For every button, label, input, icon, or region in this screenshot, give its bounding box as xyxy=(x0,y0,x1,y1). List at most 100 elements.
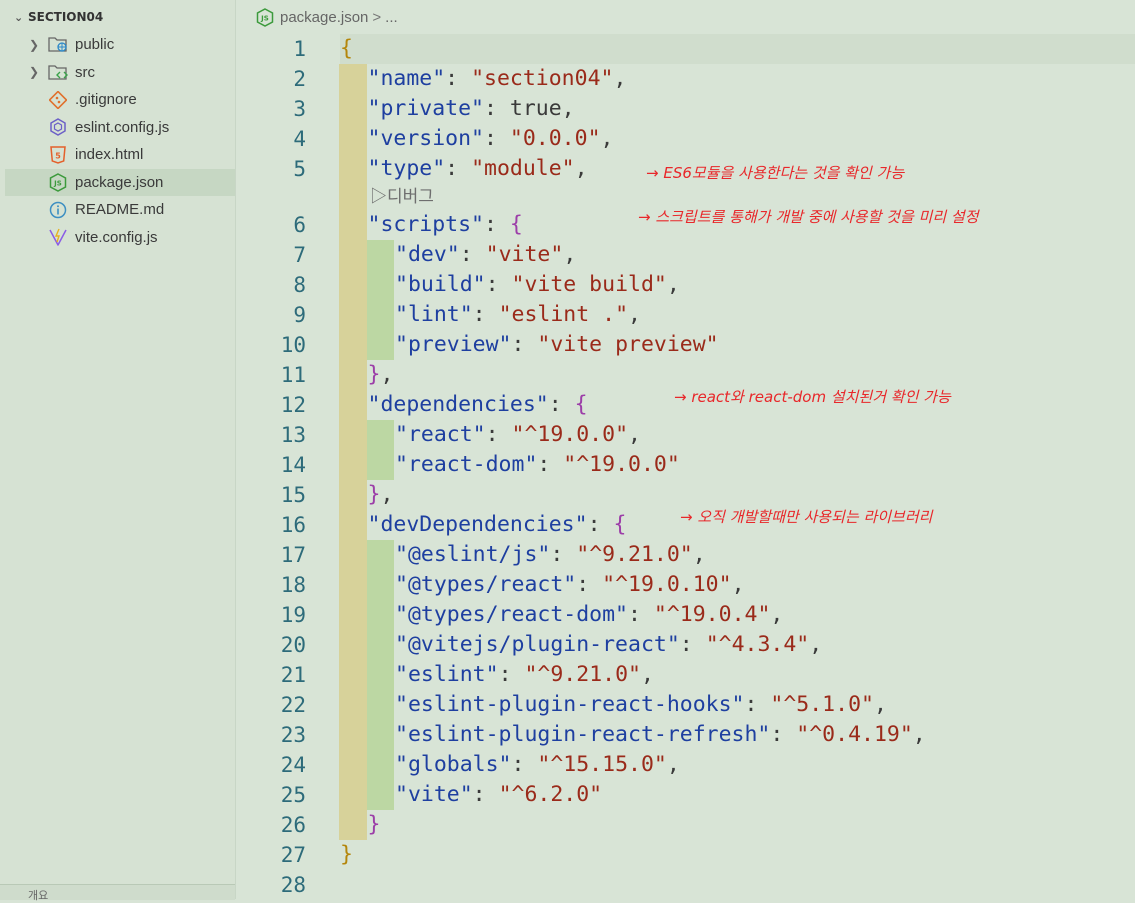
git-icon xyxy=(47,90,69,110)
code-text: "eslint": "^9.21.0", xyxy=(395,662,654,687)
code-line[interactable]: 3 "private": true, xyxy=(236,94,1135,124)
line-number: 18 xyxy=(280,573,306,597)
handwritten-annotation: → react와 react-dom 설치된거 확인 가능 xyxy=(674,388,951,406)
tree-item-label: index.html xyxy=(75,146,144,164)
code-text: "react": "^19.0.0", xyxy=(395,422,641,447)
breadcrumb-file[interactable]: package.json xyxy=(280,9,368,26)
tree-item-eslint-config[interactable]: eslint.config.js xyxy=(5,114,235,142)
code-text: "eslint-plugin-react-refresh": "^0.4.19"… xyxy=(395,722,926,747)
explorer-section-header[interactable]: ⌄ SECTION04 xyxy=(14,8,103,26)
line-number: 11 xyxy=(280,363,306,387)
code-line[interactable]: 22 "eslint-plugin-react-hooks": "^5.1.0", xyxy=(236,690,1135,720)
code-line[interactable]: 9 "lint": "eslint .", xyxy=(236,300,1135,330)
svg-text:5: 5 xyxy=(55,151,61,160)
code-line[interactable]: 27} xyxy=(236,840,1135,870)
code-editor[interactable]: ▷디버그 1{2 "name": "section04", 3 "private": t… xyxy=(236,34,1135,899)
code-text: "version": "0.0.0", xyxy=(367,126,614,151)
tree-item-index-html[interactable]: 5 index.html xyxy=(5,141,235,169)
chevron-down-icon: ⌄ xyxy=(14,10,24,24)
line-number: 8 xyxy=(293,273,306,297)
info-icon xyxy=(47,200,69,220)
code-text: "dev": "vite", xyxy=(395,242,577,267)
tree-item-label: src xyxy=(75,63,95,81)
line-number: 24 xyxy=(280,753,306,777)
code-line[interactable]: 14 "react-dom": "^19.0.0" xyxy=(236,450,1135,480)
code-line[interactable]: 24 "globals": "^15.15.0", xyxy=(236,750,1135,780)
breadcrumb: JS package.json > ... xyxy=(236,0,1135,34)
tree-item-src[interactable]: ❯ src xyxy=(5,59,235,87)
line-number: 2 xyxy=(293,67,306,91)
breadcrumb-more[interactable]: ... xyxy=(385,9,398,26)
line-number: 16 xyxy=(280,513,306,537)
code-text: "dependencies": { xyxy=(367,392,588,417)
code-text: } xyxy=(367,812,381,837)
line-number: 6 xyxy=(293,213,306,237)
code-text: "private": true, xyxy=(367,96,575,121)
code-text: "name": "section04", xyxy=(367,66,627,91)
tree-item-package-json[interactable]: JS package.json xyxy=(5,168,235,196)
code-line[interactable]: 10 "preview": "vite preview" xyxy=(236,330,1135,360)
code-line[interactable]: 23 "eslint-plugin-react-refresh": "^0.4.1… xyxy=(236,720,1135,750)
code-text: "@eslint/js": "^9.21.0", xyxy=(395,542,706,567)
code-line[interactable]: 18 "@types/react": "^19.0.10", xyxy=(236,570,1135,600)
code-line[interactable]: 8 "build": "vite build", xyxy=(236,270,1135,300)
html5-icon: 5 xyxy=(47,145,69,165)
outline-section-header[interactable]: 개요 xyxy=(0,884,235,902)
nodejs-icon: JS xyxy=(47,172,69,192)
code-line[interactable]: 19 "@types/react-dom": "^19.0.4", xyxy=(236,600,1135,630)
line-number: 3 xyxy=(293,97,306,121)
folder-src-icon xyxy=(47,62,69,82)
codelens-label: 디버그 xyxy=(387,187,434,206)
line-number: 14 xyxy=(280,453,306,477)
debug-codelens[interactable]: ▷디버그 xyxy=(370,185,434,209)
tree-item-label: README.md xyxy=(75,201,165,219)
code-text: } xyxy=(340,842,353,867)
tree-item-gitignore[interactable]: .gitignore xyxy=(5,86,235,114)
code-text: "build": "vite build", xyxy=(395,272,680,297)
tree-item-label: eslint.config.js xyxy=(75,118,170,136)
code-line[interactable]: 4 "version": "0.0.0", xyxy=(236,124,1135,154)
code-line[interactable]: 17 "@eslint/js": "^9.21.0", xyxy=(236,540,1135,570)
line-number: 26 xyxy=(280,813,306,837)
code-text: "globals": "^15.15.0", xyxy=(395,752,680,777)
code-text: }, xyxy=(367,482,394,507)
tree-item-label: package.json xyxy=(75,173,164,191)
handwritten-annotation: → ES6모듈을 사용한다는 것을 확인 가능 xyxy=(646,164,905,182)
nodejs-icon: JS xyxy=(256,7,274,27)
code-text: "@types/react": "^19.0.10", xyxy=(395,572,745,597)
line-number: 1 xyxy=(293,37,306,61)
line-number: 27 xyxy=(280,843,306,867)
line-number: 25 xyxy=(280,783,306,807)
vite-icon xyxy=(47,227,69,247)
code-line[interactable]: 28 xyxy=(236,870,1135,900)
line-number: 12 xyxy=(280,393,306,417)
code-text: { xyxy=(340,36,353,61)
tree-item-public[interactable]: ❯ public xyxy=(5,31,235,59)
code-line[interactable]: 21 "eslint": "^9.21.0", xyxy=(236,660,1135,690)
eslint-icon xyxy=(47,117,69,137)
code-text: "@types/react-dom": "^19.0.4", xyxy=(395,602,784,627)
code-text: "vite": "^6.2.0" xyxy=(395,782,603,807)
code-line[interactable]: 25 "vite": "^6.2.0" xyxy=(236,780,1135,810)
explorer-sidebar: ⌄ SECTION04 ❯ public ❯ src .gitignore es… xyxy=(0,0,236,902)
line-number: 22 xyxy=(280,693,306,717)
file-tree: ❯ public ❯ src .gitignore eslint.config.… xyxy=(5,31,235,251)
code-text: "devDependencies": { xyxy=(367,512,627,537)
tree-item-vite-config[interactable]: vite.config.js xyxy=(5,224,235,252)
code-line[interactable]: 13 "react": "^19.0.0", xyxy=(236,420,1135,450)
line-number: 5 xyxy=(293,157,306,181)
outline-label: 개요 xyxy=(28,889,49,902)
svg-text:JS: JS xyxy=(260,14,269,22)
code-line[interactable]: 1{ xyxy=(236,34,1135,64)
line-number: 9 xyxy=(293,303,306,327)
code-line[interactable]: 26} xyxy=(236,810,1135,840)
code-line[interactable]: 2 "name": "section04", xyxy=(236,64,1135,94)
handwritten-annotation: → 스크립트를 통해가 개발 중에 사용할 것을 미리 설정 xyxy=(638,208,979,226)
line-number: 28 xyxy=(280,873,306,897)
code-line[interactable]: 20 "@vitejs/plugin-react": "^4.3.4", xyxy=(236,630,1135,660)
line-number: 20 xyxy=(280,633,306,657)
code-line[interactable]: 7 "dev": "vite", xyxy=(236,240,1135,270)
tree-item-readme[interactable]: README.md xyxy=(5,196,235,224)
line-number: 21 xyxy=(280,663,306,687)
explorer-title: SECTION04 xyxy=(28,10,104,24)
